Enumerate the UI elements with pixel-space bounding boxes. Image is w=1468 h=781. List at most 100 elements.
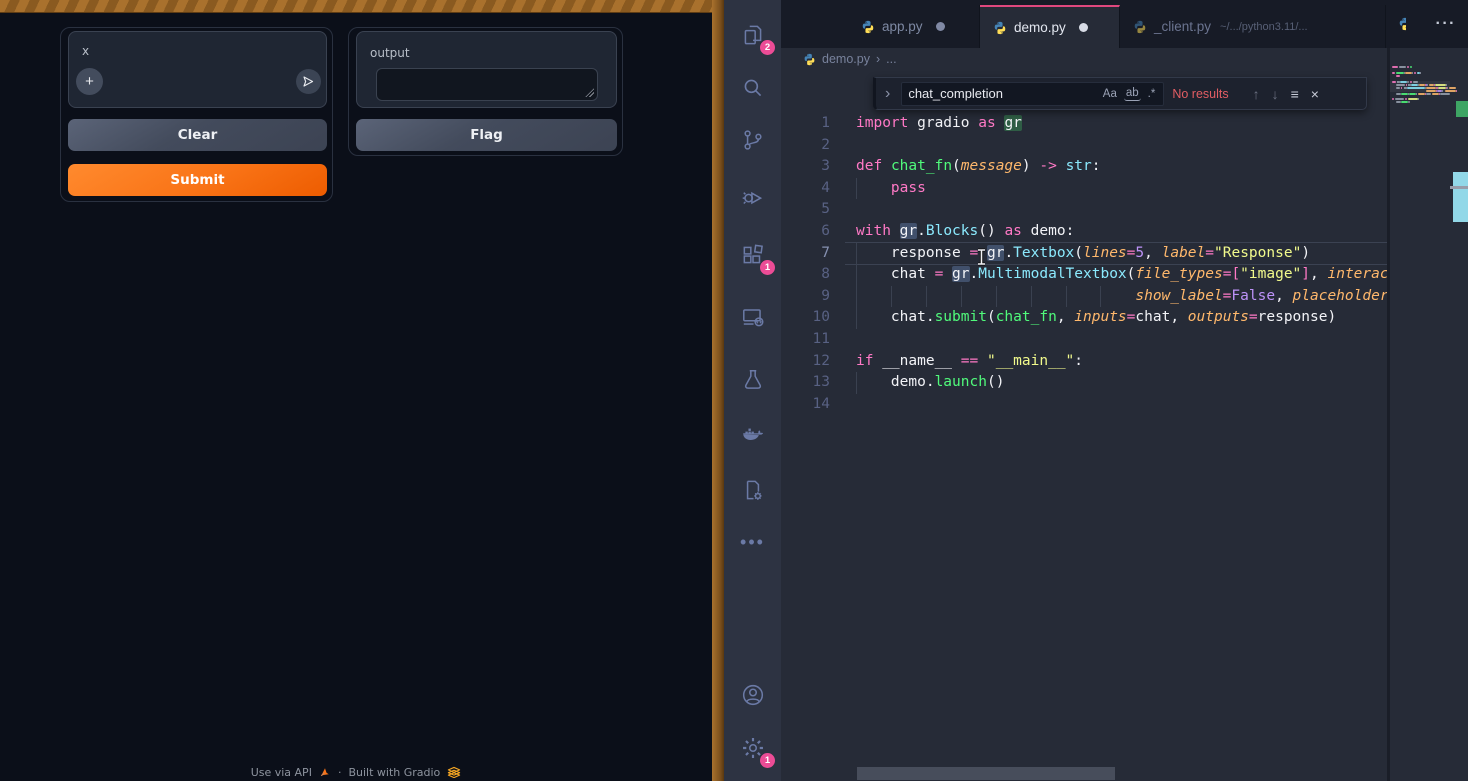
code-line[interactable]: 4 pass xyxy=(781,178,1387,200)
toggle-replace-chevron[interactable]: › xyxy=(882,85,893,103)
python-icon xyxy=(861,20,875,34)
clear-button-label: Clear xyxy=(178,127,217,143)
rocket-icon xyxy=(319,766,331,778)
submit-button-label: Submit xyxy=(170,172,224,188)
line-number: 7 xyxy=(781,243,830,265)
tab-app-py[interactable]: app.py xyxy=(848,5,980,48)
overview-ruler-mark-green xyxy=(1456,101,1468,117)
code-line[interactable]: 6with gr.Blocks() as demo: xyxy=(781,221,1387,243)
line-number: 2 xyxy=(781,135,830,157)
python-icon xyxy=(1133,20,1147,34)
whole-word-toggle[interactable]: ab xyxy=(1124,86,1141,101)
resize-grip-icon[interactable] xyxy=(585,88,594,97)
submit-button[interactable]: Submit xyxy=(68,164,327,196)
code-line[interactable]: 2 xyxy=(781,135,1387,157)
clear-button[interactable]: Clear xyxy=(68,119,327,151)
plus-icon: + xyxy=(85,73,94,90)
account-icon xyxy=(740,682,766,708)
code-line[interactable]: 14 xyxy=(781,394,1387,416)
line-number: 13 xyxy=(781,372,830,394)
code-line[interactable]: 9 show_label=False, placeholder= xyxy=(781,286,1387,308)
tab-client-py[interactable]: _client.py ~/.../python3.11/... xyxy=(1120,5,1386,48)
sidebar-item-more[interactable]: ••• xyxy=(724,518,781,566)
previous-match-button[interactable]: ↑ xyxy=(1251,86,1262,102)
code-line[interactable]: 11 xyxy=(781,329,1387,351)
attach-file-button[interactable]: + xyxy=(76,68,103,95)
next-match-button[interactable]: ↓ xyxy=(1270,86,1281,102)
modified-dot-icon[interactable] xyxy=(936,22,945,31)
sidebar-item-docker[interactable] xyxy=(724,409,781,457)
code-line[interactable]: 10 chat.submit(chat_fn, inputs=chat, out… xyxy=(781,307,1387,329)
multimodal-input-block[interactable]: x + xyxy=(68,31,327,108)
overview-ruler-slider-line xyxy=(1450,186,1468,189)
code-line[interactable]: 8 chat = gr.MultimodalTextbox(file_types… xyxy=(781,264,1387,286)
tab-demo-py[interactable]: demo.py xyxy=(980,5,1120,48)
explorer-badge: 2 xyxy=(760,40,775,55)
tab-label: demo.py xyxy=(1014,20,1066,35)
find-widget: › chat_completion Aa ab .* No results ↑ … xyxy=(873,77,1367,110)
minimap[interactable] xyxy=(1390,48,1450,781)
sidebar-item-remote-explorer[interactable] xyxy=(724,293,781,341)
line-number: 14 xyxy=(781,394,830,416)
input-card: x + Clear Submit xyxy=(60,27,333,202)
editor-viewport[interactable]: 1import gradio as gr23def chat_fn(messag… xyxy=(781,70,1387,781)
line-number: 1 xyxy=(781,113,830,135)
sidebar-item-extensions[interactable]: 1 xyxy=(724,231,781,279)
line-number: 10 xyxy=(781,307,830,329)
built-with-gradio-link[interactable]: Built with Gradio xyxy=(348,766,440,779)
editor-tab-bar: app.py demo.py _client.py ~/.../python3.… xyxy=(781,0,1468,48)
output-card: output Flag xyxy=(348,27,623,156)
sidebar-item-task-config[interactable] xyxy=(724,466,781,514)
sidebar-item-search[interactable] xyxy=(724,64,781,112)
use-via-api-link[interactable]: Use via API xyxy=(251,766,312,779)
flag-button[interactable]: Flag xyxy=(356,119,617,151)
activity-bar: 2 1 xyxy=(724,0,781,781)
git-branch-icon xyxy=(740,127,766,153)
output-block: output xyxy=(356,31,617,108)
line-number: 8 xyxy=(781,264,830,286)
gradio-logo-icon xyxy=(447,766,461,778)
horizontal-scrollbar[interactable] xyxy=(857,767,1115,780)
modified-dot-icon[interactable] xyxy=(1079,23,1088,32)
code-line[interactable]: 7 response = gr.Textbox(lines=5, label="… xyxy=(781,243,1387,265)
output-label: output xyxy=(370,46,410,60)
breadcrumb-more[interactable]: ... xyxy=(886,52,896,66)
loading-stripes-bar xyxy=(0,0,712,13)
sidebar-item-explorer[interactable]: 2 xyxy=(724,11,781,59)
search-icon xyxy=(740,75,766,101)
line-number: 11 xyxy=(781,329,830,351)
regex-toggle[interactable]: .* xyxy=(1146,87,1158,101)
find-query[interactable]: chat_completion xyxy=(908,86,1095,101)
input-label: x xyxy=(82,44,89,58)
find-status: No results xyxy=(1172,87,1228,101)
sidebar-item-account[interactable] xyxy=(724,671,781,719)
find-input[interactable]: chat_completion Aa ab .* xyxy=(901,82,1164,106)
code-line[interactable]: 1import gradio as gr xyxy=(781,113,1387,135)
output-textarea[interactable] xyxy=(376,68,598,101)
breadcrumb: demo.py › ... xyxy=(781,48,1468,70)
footer-separator: · xyxy=(338,766,342,779)
code-line[interactable]: 5 xyxy=(781,199,1387,221)
code-line[interactable]: 3def chat_fn(message) -> str: xyxy=(781,156,1387,178)
screen: x + Clear Submit output Flag Use via API xyxy=(0,0,1468,781)
sidebar-item-settings[interactable]: 1 xyxy=(724,724,781,772)
overview-ruler-mark-cyan xyxy=(1453,172,1468,222)
tab-label: _client.py xyxy=(1154,19,1211,34)
gradio-app-window: x + Clear Submit output Flag Use via API xyxy=(0,0,712,781)
line-number: 4 xyxy=(781,178,830,200)
breadcrumb-file[interactable]: demo.py xyxy=(822,52,870,66)
python-icon xyxy=(803,53,816,66)
line-number: 5 xyxy=(781,199,830,221)
editor-actions: ··· xyxy=(1406,0,1468,48)
send-button[interactable] xyxy=(296,69,321,94)
sidebar-item-run-debug[interactable] xyxy=(724,173,781,221)
find-in-selection-button[interactable]: ≡ xyxy=(1289,86,1301,102)
code-line[interactable]: 13 demo.launch() xyxy=(781,372,1387,394)
match-case-toggle[interactable]: Aa xyxy=(1101,87,1119,101)
close-find-button[interactable]: × xyxy=(1309,86,1321,102)
flag-button-label: Flag xyxy=(470,127,503,143)
code-line[interactable]: 12if __name__ == "__main__": xyxy=(781,351,1387,373)
sidebar-item-source-control[interactable] xyxy=(724,116,781,164)
more-actions-button[interactable]: ··· xyxy=(1436,15,1456,33)
sidebar-item-testing[interactable] xyxy=(724,356,781,404)
